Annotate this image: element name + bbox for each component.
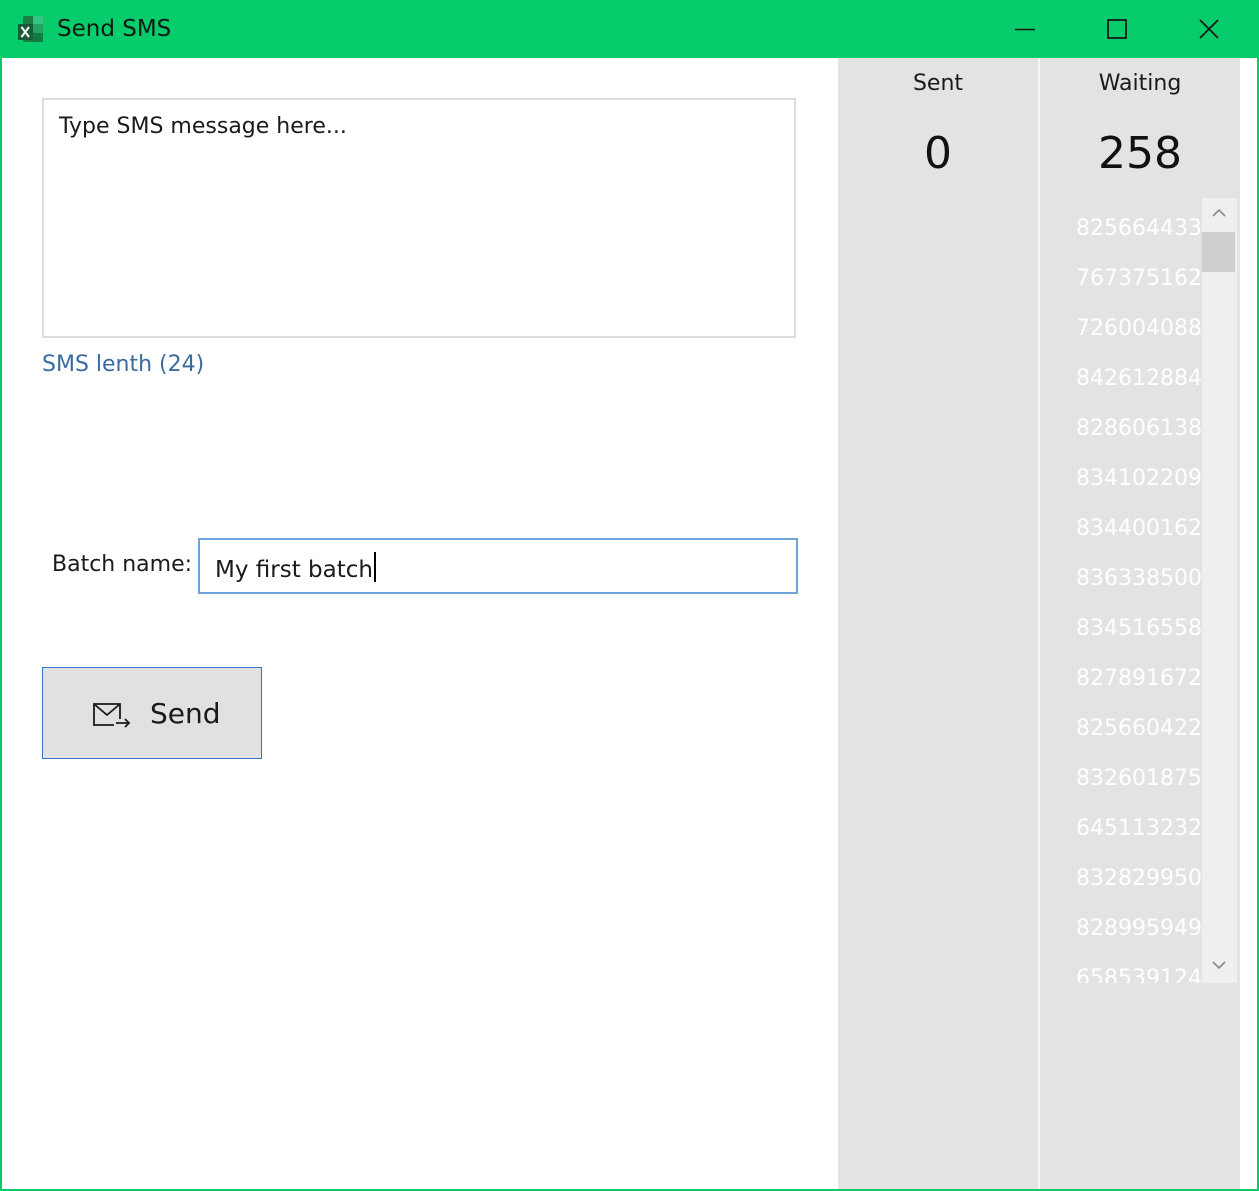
envelope-send-icon bbox=[93, 703, 131, 728]
minimize-icon bbox=[1015, 28, 1035, 31]
waiting-numbers-list[interactable]: 825664433 767375162 726004088 842612884 8286… bbox=[1040, 198, 1202, 983]
excel-app-icon bbox=[18, 16, 43, 42]
text-caret bbox=[373, 552, 376, 582]
waiting-number-item[interactable]: 828995949 bbox=[1040, 898, 1202, 948]
waiting-number-item[interactable]: 658539124 bbox=[1040, 948, 1202, 983]
sms-message-textarea[interactable]: Type SMS message here... bbox=[42, 98, 796, 338]
send-button[interactable]: Send bbox=[42, 667, 262, 759]
scrollbar-thumb[interactable] bbox=[1202, 232, 1235, 272]
send-button-label: Send bbox=[150, 697, 221, 730]
waiting-number-item[interactable]: 645113232 bbox=[1040, 798, 1202, 848]
sent-header: Sent bbox=[912, 71, 964, 96]
waiting-header: Waiting bbox=[1098, 71, 1182, 96]
sent-column: Sent 0 bbox=[838, 58, 1038, 1189]
maximize-icon bbox=[1107, 19, 1127, 39]
minimize-button[interactable] bbox=[979, 0, 1071, 58]
waiting-number-item[interactable]: 842612884 bbox=[1040, 348, 1202, 398]
waiting-number-item[interactable]: 827891672 bbox=[1040, 648, 1202, 698]
waiting-count: 258 bbox=[1098, 128, 1182, 179]
batch-name-label: Batch name: bbox=[52, 552, 193, 577]
waiting-number-item[interactable]: 825664433 bbox=[1040, 198, 1202, 248]
waiting-number-item[interactable]: 834516558 bbox=[1040, 598, 1202, 648]
waiting-number-item[interactable]: 834102209 bbox=[1040, 448, 1202, 498]
waiting-list-scrollbar[interactable] bbox=[1202, 198, 1237, 983]
close-icon bbox=[1199, 19, 1219, 39]
waiting-number-item[interactable]: 825660422 bbox=[1040, 698, 1202, 748]
waiting-number-item[interactable]: 832601875 bbox=[1040, 748, 1202, 798]
sms-message-placeholder: Type SMS message here... bbox=[59, 114, 347, 139]
waiting-number-item[interactable]: 726004088 bbox=[1040, 298, 1202, 348]
close-button[interactable] bbox=[1163, 0, 1255, 58]
sms-length-label: SMS lenth (24) bbox=[42, 352, 205, 377]
waiting-number-item[interactable]: 828606138 bbox=[1040, 398, 1202, 448]
window-title: Send SMS bbox=[57, 16, 172, 42]
maximize-button[interactable] bbox=[1071, 0, 1163, 58]
batch-name-value: My first batch bbox=[215, 557, 373, 583]
title-bar[interactable]: Send SMS bbox=[0, 0, 1259, 58]
scroll-down-icon[interactable] bbox=[1211, 958, 1227, 972]
waiting-number-item[interactable]: 836338500 bbox=[1040, 548, 1202, 598]
batch-name-input[interactable]: My first batch bbox=[198, 538, 798, 594]
sent-count: 0 bbox=[924, 128, 952, 179]
waiting-number-item[interactable]: 832829950 bbox=[1040, 848, 1202, 898]
scroll-up-icon[interactable] bbox=[1211, 206, 1227, 220]
waiting-number-item[interactable]: 767375162 bbox=[1040, 248, 1202, 298]
waiting-number-item[interactable]: 834400162 bbox=[1040, 498, 1202, 548]
